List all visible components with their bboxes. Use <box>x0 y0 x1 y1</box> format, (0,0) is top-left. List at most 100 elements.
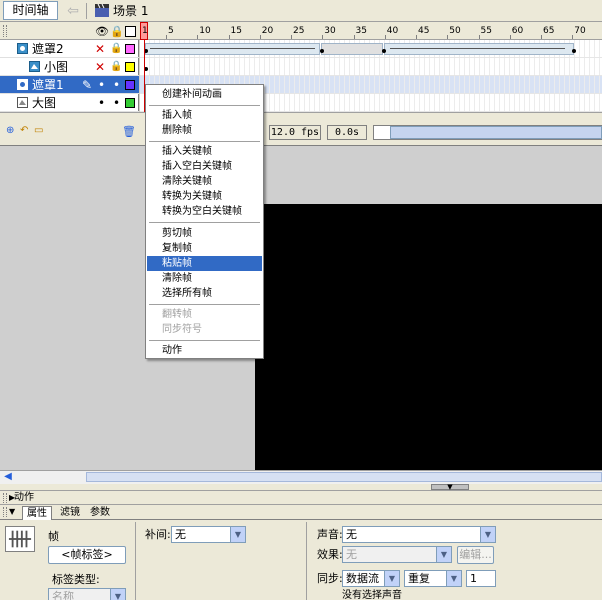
menu-item-clear-frames[interactable]: 清除帧 <box>147 271 262 286</box>
back-arrow-icon[interactable]: ⇦ <box>64 2 82 20</box>
menu-item-create-motion-tween[interactable]: 创建补间动画 <box>147 87 262 102</box>
stage-canvas[interactable] <box>255 204 602 470</box>
menu-item-paste-frames[interactable]: 粘贴帧 <box>147 256 262 271</box>
masked-layer-icon <box>17 97 28 108</box>
layer-name[interactable]: 小图 <box>44 60 68 74</box>
layer-unlock-dot[interactable]: • <box>113 96 120 110</box>
chevron-down-icon[interactable]: ▼ <box>480 527 495 542</box>
menu-item-actions[interactable]: 动作 <box>147 343 262 358</box>
layer-hidden-icon[interactable]: ✕ <box>95 60 105 74</box>
repeat-count-input[interactable]: 1 <box>466 570 496 587</box>
panel-grip[interactable] <box>3 25 7 37</box>
frame-span[interactable] <box>145 43 320 55</box>
chevron-down-icon[interactable]: ▼ <box>446 571 461 586</box>
layer-name[interactable]: 大图 <box>32 96 56 110</box>
keyframe[interactable] <box>382 49 386 53</box>
actions-panel-header[interactable]: ▶ 动作 <box>0 491 602 505</box>
menu-separator <box>149 105 260 106</box>
ruler-label: 35 <box>355 26 367 36</box>
panel-grip[interactable] <box>3 493 7 503</box>
chevron-down-icon[interactable]: ▼ <box>110 589 125 600</box>
collapse-panel-icon[interactable]: ▼ <box>431 484 469 491</box>
actions-panel-title[interactable]: 动作 <box>14 491 34 504</box>
chevron-down-icon[interactable]: ▼ <box>384 571 399 586</box>
add-guide-layer-icon[interactable]: ↶ <box>20 126 32 136</box>
add-folder-icon[interactable]: ▭ <box>34 126 46 136</box>
chevron-down-icon[interactable]: ▼ <box>230 527 245 542</box>
add-layer-icon[interactable]: ⊕ <box>6 126 18 136</box>
layer-row-small-image[interactable]: 小图 ✕ 🔒 <box>0 58 139 76</box>
layer-outline-color[interactable] <box>125 98 135 108</box>
frame-label-input[interactable]: <帧标签> <box>48 546 126 564</box>
ruler-label: 45 <box>418 26 430 36</box>
menu-separator <box>149 304 260 305</box>
frame-row[interactable] <box>140 40 602 58</box>
menu-item-convert-to-blank-keyframe[interactable]: 转换为空白关键帧 <box>147 204 262 219</box>
scene-name[interactable]: 场景 1 <box>113 3 148 19</box>
layer-row-mask1[interactable]: 遮罩1 ✎ • • <box>0 76 139 94</box>
tab-properties[interactable]: 属性 <box>22 506 52 520</box>
menu-item-reverse-frames[interactable]: 翻转帧 <box>147 307 262 322</box>
panel-grip[interactable] <box>3 507 7 517</box>
sound-select[interactable]: 无 ▼ <box>342 526 496 543</box>
outline-all-icon[interactable] <box>125 26 136 37</box>
layer-lock-icon[interactable]: 🔒 <box>110 42 122 56</box>
label-type-label: 标签类型: <box>52 573 100 586</box>
frame-rate-display[interactable]: 12.0 fps <box>269 125 321 140</box>
frame-row[interactable] <box>140 58 602 76</box>
menu-item-convert-to-keyframe[interactable]: 转换为关键帧 <box>147 189 262 204</box>
menu-item-clear-keyframe[interactable]: 清除关键帧 <box>147 174 262 189</box>
timeline-toggle-button[interactable]: 时间轴 <box>3 1 58 20</box>
ruler-tick <box>291 35 292 39</box>
layer-outline-color[interactable] <box>125 80 135 90</box>
trash-icon[interactable]: 🗑 <box>122 126 136 137</box>
keyframe[interactable] <box>320 49 324 53</box>
menu-item-insert-blank-keyframe[interactable]: 插入空白关键帧 <box>147 159 262 174</box>
layer-name[interactable]: 遮罩2 <box>32 42 64 56</box>
tab-parameters[interactable]: 参数 <box>86 506 114 520</box>
lock-all-icon[interactable]: 🔒 <box>110 26 124 37</box>
panel-resize-bar[interactable] <box>0 484 602 491</box>
scroll-left-arrow-icon[interactable]: ◀ <box>1 471 15 483</box>
ruler-tick <box>353 35 355 39</box>
menu-item-remove-frames[interactable]: 删除帧 <box>147 123 262 138</box>
menu-item-insert-frame[interactable]: 插入帧 <box>147 108 262 123</box>
label-type-select[interactable]: 名称 ▼ <box>48 588 126 600</box>
ruler-tick <box>447 35 449 39</box>
tween-select[interactable]: 无 ▼ <box>171 526 246 543</box>
tween-arrow <box>150 48 315 49</box>
ruler-tick <box>259 35 261 39</box>
layer-row-mask2[interactable]: 遮罩2 ✕ 🔒 <box>0 40 139 58</box>
tab-filters[interactable]: 滤镜 <box>56 506 84 520</box>
layer-outline-color[interactable] <box>125 44 135 54</box>
repeat-select[interactable]: 重复 ▼ <box>404 570 462 587</box>
menu-item-insert-keyframe[interactable]: 插入关键帧 <box>147 144 262 159</box>
collapse-triangle-icon[interactable]: ▼ <box>9 506 15 518</box>
layer-name[interactable]: 遮罩1 <box>32 78 64 92</box>
ruler-label: 20 <box>261 26 274 36</box>
menu-item-copy-frames[interactable]: 复制帧 <box>147 241 262 256</box>
layer-visible-dot[interactable]: • <box>98 96 105 110</box>
show-hide-all-eye-icon[interactable]: 👁 <box>95 26 109 37</box>
layer-outline-color[interactable] <box>125 62 135 72</box>
frame-context-menu: 创建补间动画 插入帧 删除帧 插入关键帧 插入空白关键帧 清除关键帧 转换为关键… <box>145 84 264 359</box>
layer-lock-icon[interactable]: 🔒 <box>110 60 122 74</box>
layer-row-big-image[interactable]: 大图 • • <box>0 94 139 112</box>
edit-button[interactable]: 编辑... <box>457 546 494 564</box>
layer-visible-dot[interactable]: • <box>98 78 105 92</box>
sync-select[interactable]: 数据流 ▼ <box>342 570 400 587</box>
stage-hscroll-thumb[interactable] <box>86 472 602 482</box>
clapperboard-icon <box>95 4 109 17</box>
layer-hidden-icon[interactable]: ✕ <box>95 42 105 56</box>
keyframe[interactable] <box>572 49 576 53</box>
menu-item-select-all-frames[interactable]: 选择所有帧 <box>147 286 262 301</box>
menu-item-synchronize-symbols[interactable]: 同步符号 <box>147 322 262 337</box>
chevron-down-icon[interactable]: ▼ <box>436 547 451 562</box>
frame-span[interactable] <box>384 43 574 55</box>
ruler-label: 30 <box>324 26 336 36</box>
effect-select[interactable]: 无 ▼ <box>342 546 452 563</box>
frame-span[interactable] <box>321 43 383 55</box>
menu-item-cut-frames[interactable]: 剪切帧 <box>147 226 262 241</box>
timeline-hscroll-thumb[interactable] <box>390 126 602 139</box>
layer-unlock-dot[interactable]: • <box>113 78 120 92</box>
